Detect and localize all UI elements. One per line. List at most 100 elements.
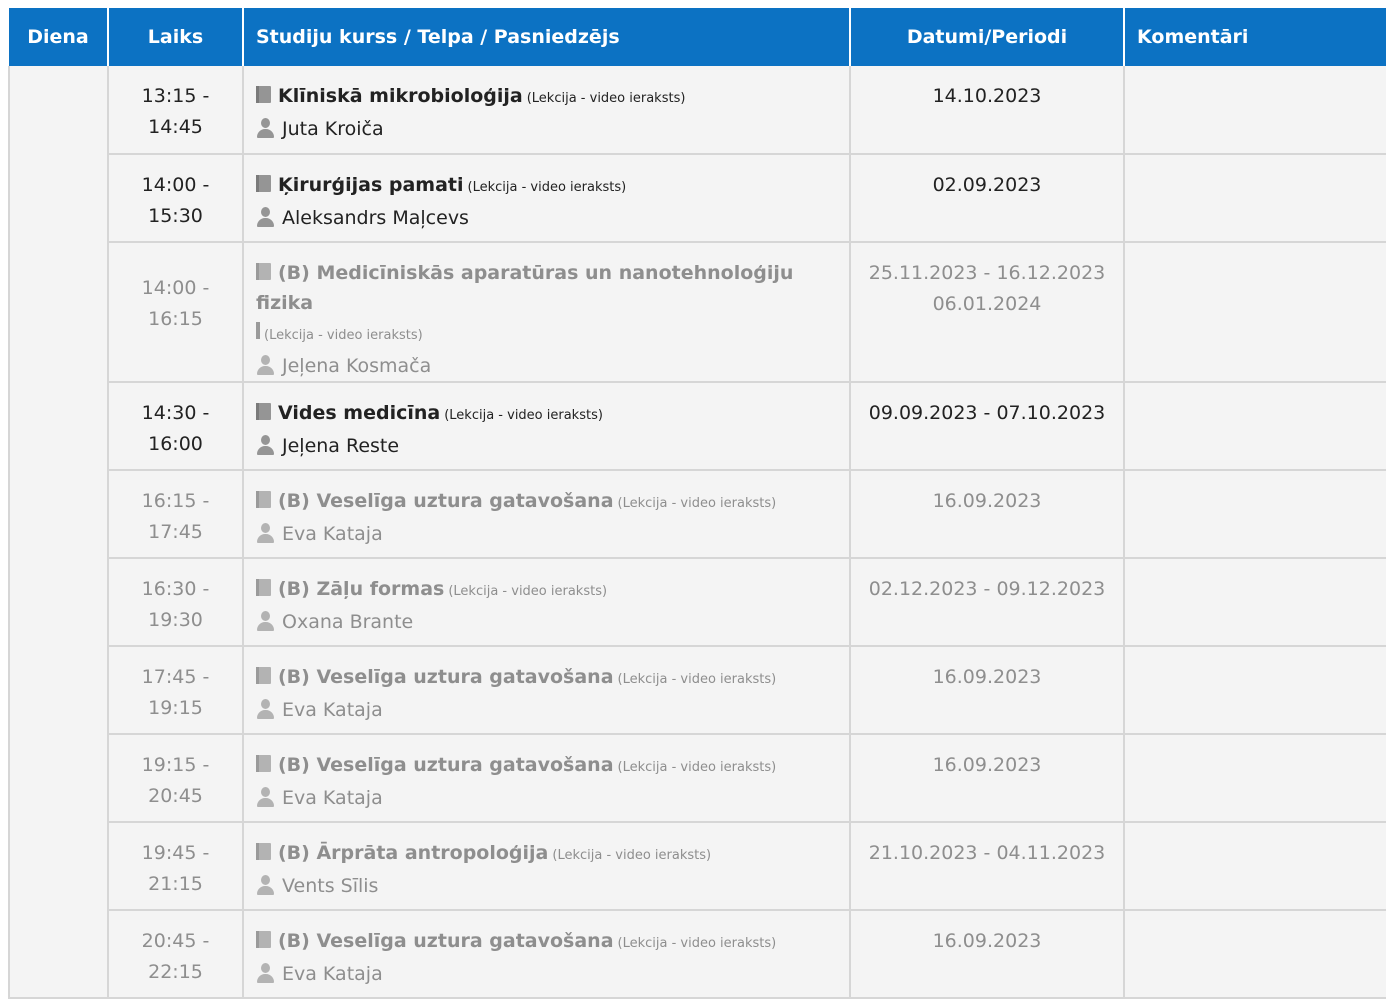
course-type: (Lekcija - video ieraksts) xyxy=(264,328,423,343)
course-type: (Lekcija - video ieraksts) xyxy=(617,672,777,687)
course-title[interactable]: (B) Veselīga uztura gatavošana xyxy=(278,490,614,512)
header-dates: Datumi/Periodi xyxy=(850,8,1125,66)
book-icon xyxy=(256,175,271,192)
time-start: 13:15 - xyxy=(141,85,210,107)
time-cell: 20:45 - 22:15 xyxy=(108,910,244,999)
book-icon xyxy=(256,667,271,684)
time-end: 16:00 xyxy=(148,433,203,455)
teacher-name: Eva Kataja xyxy=(282,963,383,985)
book-icon xyxy=(256,755,271,772)
course-title-tail xyxy=(256,322,260,339)
teacher-name: Jeļena Reste xyxy=(282,435,400,457)
course-cell: (B) Medicīniskās aparatūras un nanotehno… xyxy=(243,242,851,383)
course-type: (Lekcija - video ieraksts) xyxy=(444,408,603,423)
time-end: 19:15 xyxy=(148,697,203,719)
comment-cell xyxy=(1124,558,1386,647)
course-title[interactable]: (B) Zāļu formas xyxy=(278,578,444,600)
dates-cell: 16.09.2023 xyxy=(850,734,1125,823)
dates-cell: 02.12.2023 - 09.12.2023 xyxy=(850,558,1125,647)
course-cell: Ķirurģijas pamati (Lekcija - video ieraks… xyxy=(243,154,851,243)
date-period: 16.09.2023 xyxy=(932,666,1042,688)
date-period: 14.10.2023 xyxy=(932,85,1042,107)
course-cell: (B) Ārprāta antropoloģija (Lekcija - vide… xyxy=(243,822,851,911)
time-cell: 14:30 - 16:00 xyxy=(108,382,244,471)
time-cell: 16:30 - 19:30 xyxy=(108,558,244,647)
user-icon xyxy=(256,117,275,138)
date-period: 16.09.2023 xyxy=(932,754,1042,776)
time-start: 19:45 - xyxy=(141,842,210,864)
time-end: 17:45 xyxy=(148,521,203,543)
user-icon xyxy=(256,610,275,631)
teacher-name: Jeļena Kosmača xyxy=(282,355,432,377)
time-start: 20:45 - xyxy=(141,930,210,952)
user-icon xyxy=(256,874,275,895)
course-type: (Lekcija - video ieraksts) xyxy=(526,91,686,106)
time-cell: 19:45 - 21:15 xyxy=(108,822,244,911)
course-cell: (B) Veselīga uztura gatavošana (Lekcija -… xyxy=(243,470,851,559)
course-title[interactable]: (B) Medicīniskās aparatūras un nanotehno… xyxy=(256,262,793,314)
time-start: 17:45 - xyxy=(141,666,210,688)
day-cell xyxy=(8,66,109,999)
time-end: 15:30 xyxy=(148,205,203,227)
course-title[interactable]: (B) Veselīga uztura gatavošana xyxy=(278,666,614,688)
course-title[interactable]: (B) Veselīga uztura gatavošana xyxy=(278,930,614,952)
book-icon xyxy=(256,86,271,103)
course-cell: (B) Veselīga uztura gatavošana (Lekcija -… xyxy=(243,646,851,735)
date-period: 02.12.2023 - 09.12.2023 xyxy=(868,578,1106,600)
header-comments: Komentāri xyxy=(1124,8,1386,66)
course-cell: (B) Veselīga uztura gatavošana (Lekcija -… xyxy=(243,734,851,823)
date-period: 21.10.2023 - 04.11.2023 xyxy=(868,842,1106,864)
table-row: 16:15 - 17:45 (B) Veselīga uztura gatavoš… xyxy=(9,470,1386,559)
book-icon xyxy=(256,579,271,596)
book-icon xyxy=(256,403,271,420)
course-type: (Lekcija - video ieraksts) xyxy=(448,584,608,599)
comment-cell xyxy=(1124,646,1386,735)
course-type: (Lekcija - video ieraksts) xyxy=(617,936,777,951)
course-cell: (B) Veselīga uztura gatavošana (Lekcija -… xyxy=(243,910,851,999)
comment-cell xyxy=(1124,66,1386,155)
dates-cell: 16.09.2023 xyxy=(850,646,1125,735)
dates-cell: 21.10.2023 - 04.11.2023 xyxy=(850,822,1125,911)
header-course: Studiju kurss / Telpa / Pasniedzējs xyxy=(243,8,851,66)
table-row: 13:15 -14:45 Klīniskā mikrobioloģija (Lek… xyxy=(8,66,1386,999)
header-day: Diena xyxy=(9,8,109,66)
teacher-name: Oxana Brante xyxy=(282,611,414,633)
time-end: 16:15 xyxy=(148,308,203,330)
time-cell: 13:15 - 14:45 xyxy=(108,66,244,155)
time-cell: 19:15 - 20:45 xyxy=(108,734,244,823)
course-title[interactable]: Vides medicīna xyxy=(278,402,440,424)
dates-cell: 25.11.2023 - 16.12.2023 06.01.2024 xyxy=(850,242,1125,383)
teacher-name: Juta Kroiča xyxy=(282,118,384,140)
course-cell: Klīniskā mikrobioloģija (Lekcija - video … xyxy=(243,66,851,155)
table-row: 19:15 - 20:45 (B) Veselīga uztura gatavoš… xyxy=(9,734,1386,823)
teacher-name: Aleksandrs Maļcevs xyxy=(282,207,469,229)
table-row: 14:30 - 16:00 Vides medicīna (Lekcija - vi… xyxy=(9,382,1386,471)
time-cell: 14:00 - 16:15 xyxy=(108,242,244,383)
user-icon xyxy=(256,354,275,375)
header-time: Laiks xyxy=(108,8,244,66)
time-start: 14:00 - xyxy=(141,174,210,196)
comment-cell xyxy=(1124,470,1386,559)
time-end: 22:15 xyxy=(148,961,203,983)
table-row: 14:00 - 15:30 Ķirurģijas pamati (Lekcija -… xyxy=(9,154,1386,243)
comment-cell xyxy=(1124,910,1386,999)
course-title[interactable]: Klīniskā mikrobioloģija xyxy=(278,85,523,107)
table-row: 14:00 - 16:15 (B) Medicīniskās aparatūras… xyxy=(9,242,1386,383)
dates-cell: 14.10.2023 xyxy=(850,66,1125,155)
course-title[interactable]: (B) Veselīga uztura gatavošana xyxy=(278,754,614,776)
course-title[interactable]: Ķirurģijas pamati xyxy=(278,174,464,196)
dates-cell: 09.09.2023 - 07.10.2023 xyxy=(850,382,1125,471)
course-title[interactable]: (B) Ārprāta antropoloģija xyxy=(278,842,548,864)
header-row: Diena Laiks Studiju kurss / Telpa / Pasn… xyxy=(9,8,1386,66)
user-icon xyxy=(256,962,275,983)
time-end: 21:15 xyxy=(148,873,203,895)
table-row: 17:45 - 19:15 (B) Veselīga uztura gatavoš… xyxy=(9,646,1386,735)
time-end: 14:45 xyxy=(148,116,203,138)
comment-cell xyxy=(1124,822,1386,911)
user-icon xyxy=(256,434,275,455)
date-period: 02.09.2023 xyxy=(932,174,1042,196)
date-period: 16.09.2023 xyxy=(932,930,1042,952)
course-type: (Lekcija - video ieraksts) xyxy=(617,760,777,775)
user-icon xyxy=(256,786,275,807)
book-icon xyxy=(256,931,271,948)
